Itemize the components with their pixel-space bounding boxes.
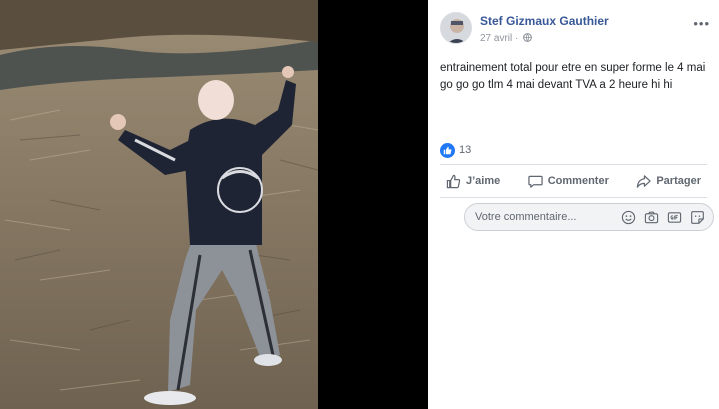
post-text: entrainement total pour etre en super fo…: [440, 62, 706, 91]
post-details-panel: Stef Gizmaux Gauthier 27 avril · ••• ent…: [428, 0, 719, 409]
globe-icon: [523, 33, 533, 42]
post-photo[interactable]: [0, 0, 318, 409]
emoji-icon[interactable]: [621, 210, 636, 225]
post-date[interactable]: 27 avril: [480, 33, 512, 44]
reaction-count: 13: [459, 144, 472, 156]
divider: [440, 197, 707, 198]
post-viewer: Stef Gizmaux Gauthier 27 avril · ••• ent…: [0, 0, 719, 409]
reaction-summary[interactable]: 13: [440, 142, 471, 158]
photo-image: [0, 0, 318, 409]
like-reaction-icon: [440, 142, 455, 158]
comment-icon: [528, 175, 543, 188]
comment-tools: [621, 210, 705, 225]
like-button[interactable]: J’aime: [440, 174, 506, 189]
comment-button[interactable]: Commenter: [522, 174, 615, 189]
action-bar: J’aime Commenter Partager: [440, 168, 707, 194]
thumbs-up-icon: [446, 174, 461, 188]
sticker-icon[interactable]: [690, 210, 705, 225]
photo-letterbox: [318, 0, 428, 409]
divider: [440, 164, 707, 165]
comment-input[interactable]: [475, 204, 615, 230]
post-meta: 27 avril ·: [480, 33, 533, 44]
post-header: Stef Gizmaux Gauthier 27 avril · •••: [440, 12, 710, 48]
gif-icon[interactable]: [667, 210, 682, 225]
avatar[interactable]: [440, 12, 472, 44]
date-separator: ·: [515, 33, 519, 44]
share-icon: [637, 174, 652, 188]
comment-button-label: Commenter: [547, 175, 609, 187]
comment-box: [464, 203, 714, 231]
like-button-label: J’aime: [466, 175, 501, 187]
author-name[interactable]: Stef Gizmaux Gauthier: [480, 14, 609, 28]
more-icon[interactable]: •••: [693, 16, 710, 31]
camera-icon[interactable]: [644, 210, 659, 225]
share-button-label: Partager: [656, 175, 701, 187]
share-button[interactable]: Partager: [630, 174, 707, 189]
avatar-image: [441, 13, 471, 43]
